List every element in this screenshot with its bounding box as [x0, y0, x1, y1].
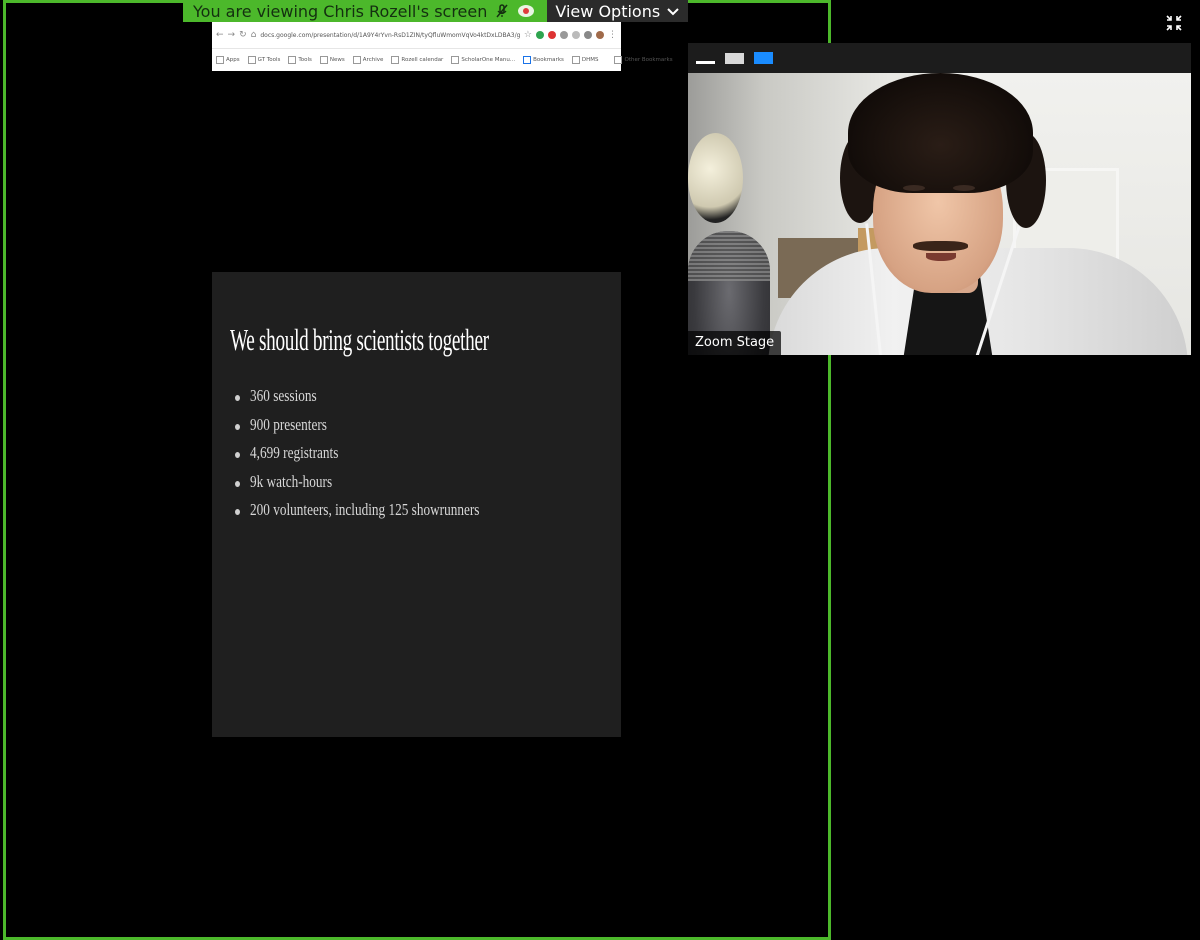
- bookmark-item: Apps: [216, 56, 240, 64]
- extension-icon: [572, 31, 580, 39]
- participant-name-label: Zoom Stage: [688, 331, 782, 355]
- minimize-video-button[interactable]: [696, 60, 715, 64]
- back-icon: ←: [216, 30, 224, 40]
- record-icon[interactable]: [517, 2, 535, 20]
- viewing-indicator: You are viewing Chris Rozell's screen: [183, 0, 548, 22]
- extension-icon: [560, 31, 568, 39]
- participant-video: Zoom Stage: [688, 73, 1191, 355]
- extension-icon: [584, 31, 592, 39]
- standard-view-button[interactable]: [725, 52, 744, 64]
- bookmarks-bar: Apps GT Tools Tools News Archive Rozell …: [212, 48, 673, 71]
- view-options-button[interactable]: View Options: [547, 0, 689, 22]
- slide-bullet: 360 sessions: [232, 386, 544, 415]
- reload-icon: ↻: [239, 30, 247, 40]
- slide-bullet-list: 360 sessions 900 presenters 4,699 regist…: [232, 386, 544, 529]
- slide-bullet: 900 presenters: [232, 415, 544, 444]
- menu-icon: ⋮: [608, 30, 617, 40]
- extension-icon: [536, 31, 544, 39]
- shared-browser-toolbar: ← → ↻ ⌂ docs.google.com/presentation/d/1…: [212, 22, 673, 71]
- forward-icon: →: [227, 30, 236, 40]
- viewing-text: You are viewing Chris Rozell's screen: [193, 1, 488, 21]
- view-options-label: View Options: [555, 1, 661, 21]
- large-view-button[interactable]: [754, 52, 773, 64]
- address-url: docs.google.com/presentation/d/1A9Y4rYvn…: [260, 31, 520, 39]
- home-icon: ⌂: [250, 30, 257, 40]
- bookmark-item: GT Tools: [247, 56, 280, 64]
- presentation-slide: We should bring scientists together 360 …: [212, 272, 621, 737]
- bookmark-item: DHMS: [571, 56, 598, 64]
- extension-icon: [548, 31, 556, 39]
- bookmark-item: News: [319, 56, 345, 64]
- mic-muted-icon: [493, 2, 511, 20]
- bookmark-item: Rozell calendar: [391, 56, 443, 64]
- chevron-down-icon: [666, 2, 680, 21]
- shared-screen-background: [212, 71, 621, 272]
- slide-bullet: 9k watch-hours: [232, 472, 544, 501]
- star-icon: ☆: [523, 30, 532, 40]
- profile-avatar-icon: [596, 31, 604, 39]
- bookmark-item: Tools: [288, 56, 312, 64]
- slide-bullet: 200 volunteers, including 125 showrunner…: [232, 500, 544, 529]
- slide-title: We should bring scientists together: [230, 322, 489, 357]
- other-bookmarks: Other Bookmarks: [614, 56, 673, 64]
- slide-bullet: 4,699 registrants: [232, 443, 544, 472]
- shared-screen-background: [212, 737, 621, 934]
- exit-fullscreen-icon[interactable]: [1166, 15, 1182, 31]
- participant-video-panel[interactable]: Zoom Stage: [688, 43, 1191, 355]
- address-bar-row: ← → ↻ ⌂ docs.google.com/presentation/d/1…: [212, 22, 621, 48]
- video-panel-toolbar: [688, 43, 1191, 73]
- screen-share-banner: You are viewing Chris Rozell's screen Vi…: [183, 0, 689, 22]
- bookmark-item: ScholarOne Manu...: [451, 56, 515, 64]
- bookmark-item: Bookmarks: [523, 56, 564, 64]
- bookmark-item: Archive: [352, 56, 383, 64]
